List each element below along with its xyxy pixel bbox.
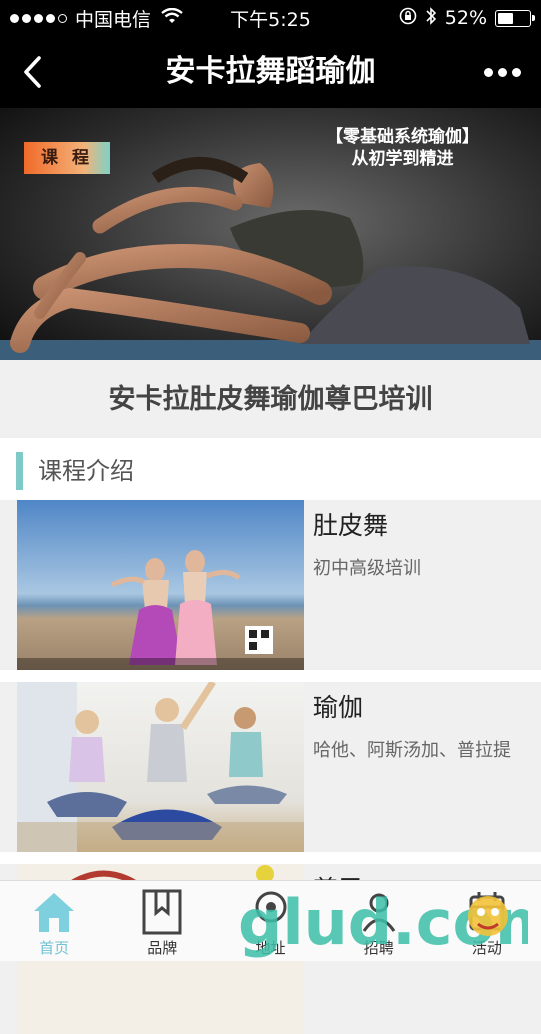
course-thumbnail <box>17 682 304 852</box>
course-description: 哈他、阿斯汤加、普拉提 <box>313 740 511 761</box>
tab-bar: 首页 品牌 地址 招聘 活动 <box>0 880 541 961</box>
more-options-button[interactable] <box>477 58 527 86</box>
page-title: 安卡拉舞蹈瑜伽 <box>165 54 376 89</box>
course-title: 肚皮舞 <box>313 511 389 540</box>
course-title: 瑜伽 <box>313 693 364 722</box>
battery-icon <box>495 9 535 27</box>
battery-percent: 52% <box>444 7 487 29</box>
home-icon <box>32 889 76 935</box>
status-bar: 中国电信 下午5:25 52% <box>0 0 541 36</box>
carrier-label: 中国电信 <box>75 8 152 31</box>
more-dots-icon <box>483 67 493 77</box>
course-banner[interactable]: 课 程 【零基础系统瑜伽】 从初学到精进 <box>0 108 541 360</box>
banner-headline-line2: 从初学到精进 <box>351 149 454 169</box>
banner-headline: 【零基础系统瑜伽】 从初学到精进 <box>326 126 479 170</box>
chevron-left-icon <box>24 56 41 88</box>
recruit-icon <box>359 889 399 935</box>
course-thumbnail <box>17 500 304 670</box>
signal-strength-icon <box>10 13 67 23</box>
course-heading: 安卡拉肚皮舞瑜伽尊巴培训 <box>0 360 541 438</box>
course-item-yoga[interactable]: 瑜伽 哈他、阿斯汤加、普拉提 <box>0 682 541 852</box>
nav-bar: 安卡拉舞蹈瑜伽 <box>0 36 541 108</box>
tab-label: 品牌 <box>147 939 178 957</box>
yoga-class-photo <box>17 682 304 852</box>
orientation-lock-icon <box>399 7 417 30</box>
activity-icon <box>467 889 507 935</box>
tab-label: 地址 <box>255 939 286 957</box>
course-item-belly-dance[interactable]: 肚皮舞 初中高级培训 <box>0 500 541 670</box>
belly-dance-photo <box>17 500 304 670</box>
bluetooth-icon <box>425 6 437 31</box>
section-accent-bar <box>16 452 23 490</box>
section-label: 课程介绍 <box>38 457 134 485</box>
back-button[interactable] <box>10 48 54 96</box>
tab-label: 活动 <box>471 939 502 957</box>
tab-recruit[interactable]: 招聘 <box>325 881 433 961</box>
wifi-icon <box>161 7 183 29</box>
tab-label: 招聘 <box>363 939 394 957</box>
tab-home[interactable]: 首页 <box>0 881 108 961</box>
banner-headline-line1: 【零基础系统瑜伽】 <box>326 127 479 147</box>
location-icon <box>251 889 291 935</box>
course-description: 初中高级培训 <box>313 558 421 579</box>
tab-label: 首页 <box>39 939 70 957</box>
section-header: 课程介绍 <box>0 438 541 500</box>
tab-address[interactable]: 地址 <box>216 881 324 961</box>
bookmark-icon <box>142 889 182 935</box>
tab-brand[interactable]: 品牌 <box>108 881 216 961</box>
banner-tag: 课 程 <box>24 142 110 174</box>
tab-activity[interactable]: 活动 <box>433 881 541 961</box>
